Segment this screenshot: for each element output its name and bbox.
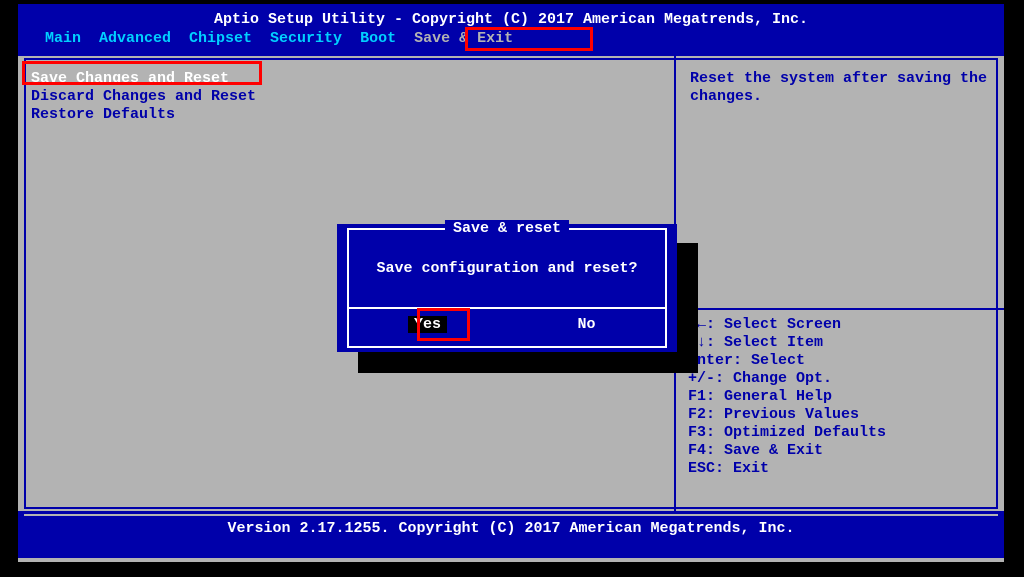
menu-boot[interactable]: Boot (351, 29, 405, 49)
dialog-frame: Save & reset Save configuration and rese… (347, 228, 667, 348)
dialog-buttons: Yes No (349, 316, 665, 333)
divider (682, 308, 1004, 310)
header-bar: Aptio Setup Utility - Copyright (C) 2017… (18, 4, 1004, 56)
option-restore-defaults[interactable]: Restore Defaults (27, 106, 260, 124)
key-line: +/-: Change Opt. (688, 370, 1004, 388)
key-line: →←: Select Screen (688, 316, 1004, 334)
options-list: Save Changes and Reset Discard Changes a… (27, 70, 260, 124)
dialog-message: Save configuration and reset? (349, 230, 665, 277)
key-line: F1: General Help (688, 388, 1004, 406)
key-line: Enter: Select (688, 352, 1004, 370)
app-title: Aptio Setup Utility - Copyright (C) 2017… (22, 4, 1000, 29)
menu-security[interactable]: Security (261, 29, 351, 49)
footer-bar: Version 2.17.1255. Copyright (C) 2017 Am… (18, 511, 1004, 558)
help-pane: Reset the system after saving the change… (676, 56, 1004, 511)
option-discard-reset[interactable]: Discard Changes and Reset (27, 88, 260, 106)
dialog-title: Save & reset (445, 220, 569, 237)
key-line: ESC: Exit (688, 460, 1004, 478)
divider (349, 307, 665, 309)
menu-advanced[interactable]: Advanced (90, 29, 180, 49)
key-line: ↑↓: Select Item (688, 334, 1004, 352)
menu-main[interactable]: Main (36, 29, 90, 49)
key-line: F2: Previous Values (688, 406, 1004, 424)
menu-chipset[interactable]: Chipset (180, 29, 261, 49)
key-help: →←: Select Screen ↑↓: Select Item Enter:… (688, 308, 1004, 478)
menu-bar: Main Advanced Chipset Security Boot Save… (22, 29, 1000, 49)
no-button[interactable]: No (527, 316, 647, 333)
key-line: F4: Save & Exit (688, 442, 1004, 460)
help-text: Reset the system after saving the change… (690, 70, 990, 106)
menu-save-exit[interactable]: Save & Exit (405, 29, 522, 49)
option-save-reset[interactable]: Save Changes and Reset (27, 70, 260, 88)
divider (24, 514, 998, 516)
key-line: F3: Optimized Defaults (688, 424, 1004, 442)
yes-button[interactable]: Yes (408, 316, 447, 333)
save-reset-dialog: Save & reset Save configuration and rese… (337, 224, 677, 352)
